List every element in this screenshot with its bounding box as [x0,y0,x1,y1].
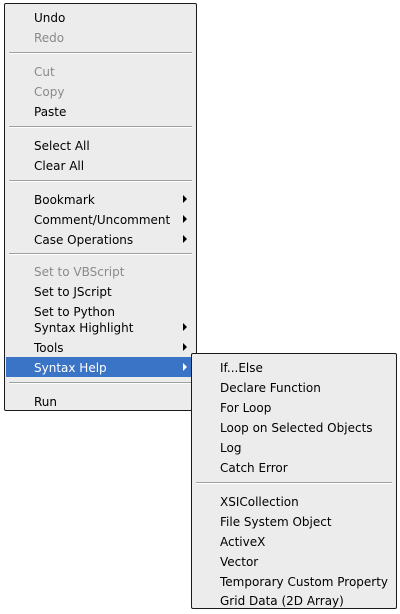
submenu-arrow-icon [183,343,187,351]
menu-item-label: Cut [34,65,55,79]
submenu-item-vector[interactable]: Vector [193,551,395,571]
menu-item-comment-uncomment[interactable]: Comment/Uncomment [6,209,195,229]
menu-item-label: Run [34,395,58,409]
menu-item-label: Copy [34,85,65,99]
submenu-arrow-icon [183,323,187,331]
context-menu: Undo Redo Cut Copy Paste Select All Clea… [4,3,197,411]
menu-item-label: Syntax Highlight [34,321,134,335]
submenu-item-temporary-custom-property[interactable]: Temporary Custom Property [193,571,395,591]
menu-separator [9,52,192,54]
menu-separator [9,253,192,255]
submenu-item-grid-data[interactable]: Grid Data (2D Array) [193,590,395,610]
menu-item-cut[interactable]: Cut [6,61,195,81]
menu-item-label: Paste [34,105,67,119]
menu-item-label: Set to VBScript [34,265,125,279]
menu-item-label: XSICollection [220,495,299,509]
menu-item-label: Tools [34,341,64,355]
menu-separator [9,180,192,182]
menu-item-label: For Loop [220,401,272,415]
menu-item-case-operations[interactable]: Case Operations [6,229,195,249]
menu-item-label: Clear All [34,159,85,173]
submenu-item-activex[interactable]: ActiveX [193,531,395,551]
submenu-item-declare-function[interactable]: Declare Function [193,377,395,397]
menu-item-label: Select All [34,139,90,153]
menu-separator [9,382,192,384]
submenu-item-log[interactable]: Log [193,437,395,457]
submenu-item-loop-on-selected-objects[interactable]: Loop on Selected Objects [193,417,395,437]
menu-item-clear-all[interactable]: Clear All [6,155,195,175]
syntax-help-submenu: If...Else Declare Function For Loop Loop… [191,353,397,609]
menu-item-label: Catch Error [220,461,288,475]
menu-item-label: Syntax Help [34,361,107,375]
menu-item-set-to-vbscript[interactable]: Set to VBScript [6,261,195,281]
menu-item-undo[interactable]: Undo [6,7,195,27]
menu-item-label: Temporary Custom Property [220,575,389,589]
menu-item-set-to-jscript[interactable]: Set to JScript [6,281,195,301]
menu-item-tools[interactable]: Tools [6,337,195,357]
menu-item-label: If...Else [220,361,263,375]
menu-item-label: Bookmark [34,193,95,207]
menu-item-bookmark[interactable]: Bookmark [6,189,195,209]
menu-item-label: Comment/Uncomment [34,213,171,227]
menu-separator [9,126,192,128]
menu-item-label: Log [220,441,242,455]
menu-item-label: Redo [34,31,65,45]
submenu-item-if-else[interactable]: If...Else [193,357,395,377]
menu-item-copy[interactable]: Copy [6,81,195,101]
submenu-arrow-icon [183,195,187,203]
menu-item-label: Case Operations [34,233,134,247]
menu-item-label: File System Object [220,515,332,529]
submenu-arrow-icon [183,363,187,371]
menu-item-label: Loop on Selected Objects [220,421,373,435]
menu-item-label: Grid Data (2D Array) [220,594,344,608]
menu-item-run[interactable]: Run [6,391,195,411]
submenu-arrow-icon [183,235,187,243]
menu-separator [196,482,392,484]
submenu-item-catch-error[interactable]: Catch Error [193,457,395,477]
menu-item-syntax-highlight[interactable]: Syntax Highlight [6,317,195,337]
menu-item-redo[interactable]: Redo [6,27,195,47]
submenu-arrow-icon [183,215,187,223]
menu-item-label: Undo [34,11,66,25]
menu-item-select-all[interactable]: Select All [6,135,195,155]
menu-item-label: Declare Function [220,381,321,395]
menu-item-label: Set to JScript [34,285,112,299]
menu-item-syntax-help[interactable]: Syntax Help [6,357,195,377]
menu-item-label: ActiveX [220,535,266,549]
menu-item-label: Vector [220,555,259,569]
submenu-item-for-loop[interactable]: For Loop [193,397,395,417]
submenu-item-file-system-object[interactable]: File System Object [193,511,395,531]
menu-item-paste[interactable]: Paste [6,101,195,121]
submenu-item-xsi-collection[interactable]: XSICollection [193,491,395,511]
